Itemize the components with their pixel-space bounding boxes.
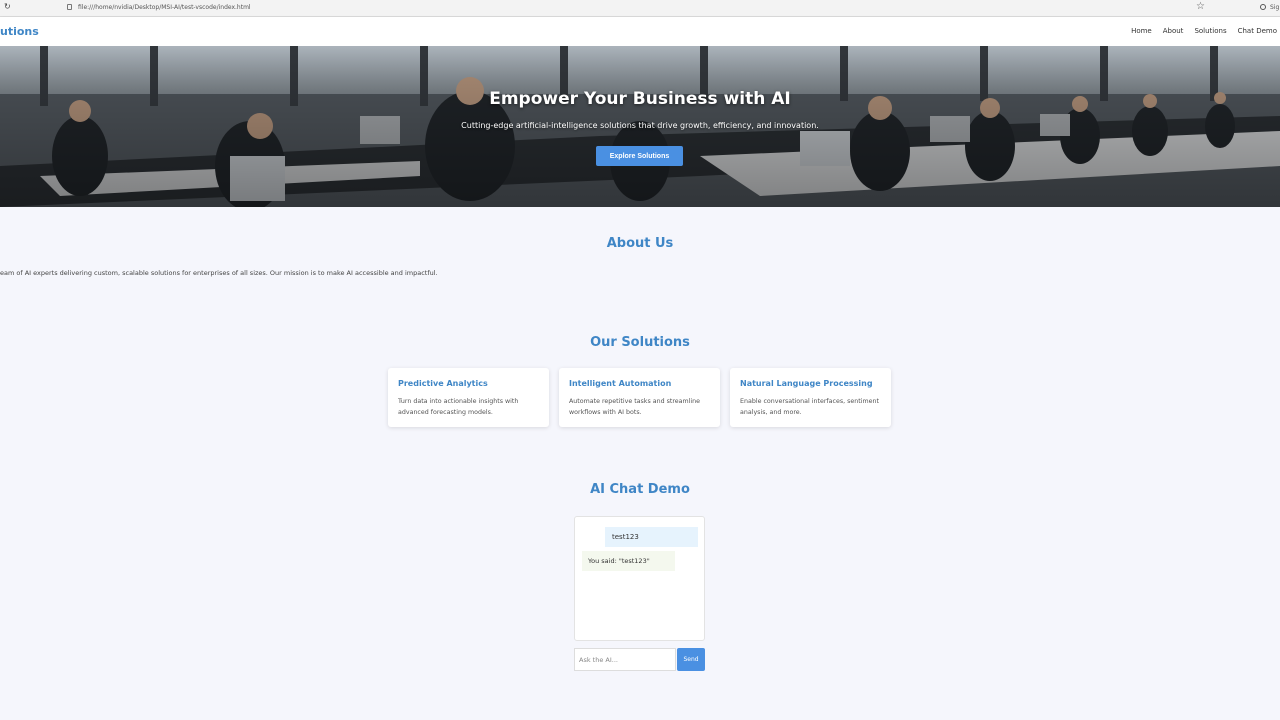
reload-icon[interactable]: ↻ (4, 3, 11, 11)
chat-window[interactable]: test123 You said: "test123" (574, 516, 705, 641)
chat-message-bot: You said: "test123" (582, 551, 675, 571)
about-title: About Us (606, 236, 674, 251)
main-nav: Home About Solutions Chat Demo (1131, 27, 1277, 36)
nav-solutions[interactable]: Solutions (1194, 27, 1226, 36)
send-button[interactable]: Send (677, 648, 705, 671)
solution-card-title: Intelligent Automation (569, 379, 672, 388)
about-text: eam of AI experts delivering custom, sca… (0, 269, 438, 277)
solution-card-title: Natural Language Processing (740, 379, 873, 388)
browser-toolbar: ↻ file:///home/nvidia/Desktop/MSI-AI/tes… (0, 0, 1280, 17)
solution-card-description: Turn data into actionable insights with … (398, 398, 519, 416)
chat-input[interactable] (574, 648, 676, 671)
file-icon (67, 4, 72, 10)
nav-home[interactable]: Home (1131, 27, 1152, 36)
solution-card-description: Enable conversational interfaces, sentim… (740, 398, 879, 416)
solution-card-predictive-analytics: Predictive Analytics Turn data into acti… (388, 368, 549, 427)
hero-title: Empower Your Business with AI (489, 89, 791, 109)
chat-demo-title: AI Chat Demo (590, 482, 690, 497)
solution-card-description: Automate repetitive tasks and streamline… (569, 398, 701, 416)
address-bar[interactable]: file:///home/nvidia/Desktop/MSI-AI/test-… (78, 4, 251, 11)
solution-card-intelligent-automation: Intelligent Automation Automate repetiti… (559, 368, 720, 427)
solutions-title: Our Solutions (590, 335, 690, 350)
site-header: utions Home About Solutions Chat Demo (0, 17, 1280, 46)
explore-solutions-button[interactable]: Explore Solutions (596, 146, 683, 166)
nav-chat-demo[interactable]: Chat Demo (1238, 27, 1277, 36)
page: ↻ file:///home/nvidia/Desktop/MSI-AI/tes… (0, 0, 1280, 720)
hero-section: Empower Your Business with AI Cutting-ed… (0, 46, 1280, 207)
site-logo-text[interactable]: utions (0, 25, 39, 38)
profile-label[interactable]: Sig (1270, 4, 1279, 11)
chat-message-user: test123 (605, 527, 698, 547)
hero-subtitle: Cutting-edge artificial-intelligence sol… (461, 121, 819, 130)
nav-about[interactable]: About (1163, 27, 1184, 36)
bookmark-star-icon[interactable]: ☆ (1196, 1, 1205, 13)
solution-card-title: Predictive Analytics (398, 379, 488, 388)
profile-icon[interactable] (1260, 4, 1266, 10)
solution-card-nlp: Natural Language Processing Enable conve… (730, 368, 891, 427)
